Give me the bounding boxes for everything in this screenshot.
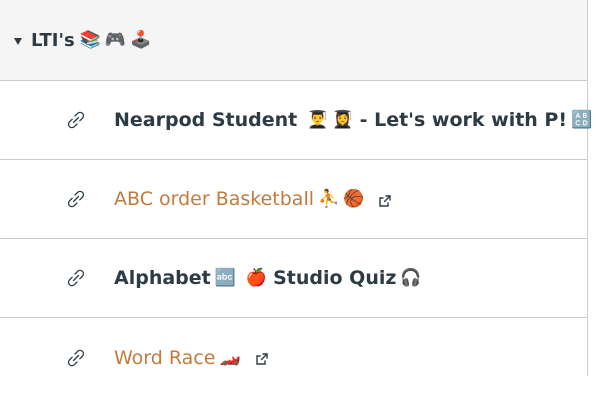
module-title-text: LTI's [31,29,75,51]
item-title-link[interactable]: ABC order Basketball ⛹️ 🏀 [114,188,364,210]
item-title-suffix[interactable]: Studio Quiz [273,267,396,289]
books-emoji: 📚 [79,29,101,50]
caret-down-icon[interactable] [14,37,22,45]
link-icon [67,269,85,287]
item-title-text[interactable]: Nearpod Student [114,109,297,131]
item-title-suffix[interactable]: - Let's work with P! [360,109,567,131]
module-lti: LTI's 📚 🎮 🕹️ Nearpod Student 👨‍🎓 👩‍🎓 - L… [0,0,592,376]
woman-student-emoji: 👩‍🎓 [332,109,354,130]
link-icon [67,190,85,208]
external-link-icon[interactable] [378,194,392,208]
module-item[interactable]: Word Race 🏎️ [0,318,587,397]
module-title: LTI's 📚 🎮 🕹️ [31,30,151,51]
item-title-text[interactable]: Alphabet [114,267,211,289]
module-header[interactable]: LTI's 📚 🎮 🕹️ [0,0,587,81]
race-car-emoji: 🏎️ [219,347,241,367]
man-student-emoji: 👨‍🎓 [307,109,329,130]
item-title[interactable]: Nearpod Student 👨‍🎓 👩‍🎓 - Let's work wit… [114,109,592,131]
game-controller-emoji: 🎮 [104,29,127,50]
headphones-emoji: 🎧 [400,267,422,288]
abc-emoji: 🔤 [214,267,236,288]
apple-emoji: 🍎 [245,267,268,288]
basketball-emoji: 🏀 [343,188,365,209]
abcd-emoji: 🔠 [571,109,593,130]
link-icon [67,349,85,366]
item-title-text[interactable]: ABC order Basketball [114,188,314,210]
item-title[interactable]: Alphabet 🔤 🍎 Studio Quiz 🎧 [114,267,422,289]
basketball-player-emoji: ⛹️ [318,188,340,209]
module-item[interactable]: Alphabet 🔤 🍎 Studio Quiz 🎧 [0,239,587,318]
external-link-icon[interactable] [255,352,269,366]
module-item[interactable]: ABC order Basketball ⛹️ 🏀 [0,160,587,239]
joystick-emoji: 🕹️ [130,29,152,50]
item-title-text[interactable]: Word Race [114,347,215,369]
item-title-link[interactable]: Word Race 🏎️ [114,347,241,369]
module-item[interactable]: Nearpod Student 👨‍🎓 👩‍🎓 - Let's work wit… [0,81,592,160]
link-icon [67,111,85,129]
